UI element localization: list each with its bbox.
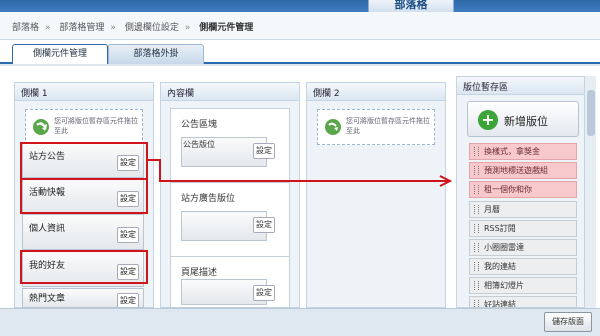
save-layout-button[interactable]: 儲存版面 bbox=[544, 312, 592, 332]
bottom-bar bbox=[0, 308, 600, 336]
annotation-arrow bbox=[148, 159, 453, 187]
